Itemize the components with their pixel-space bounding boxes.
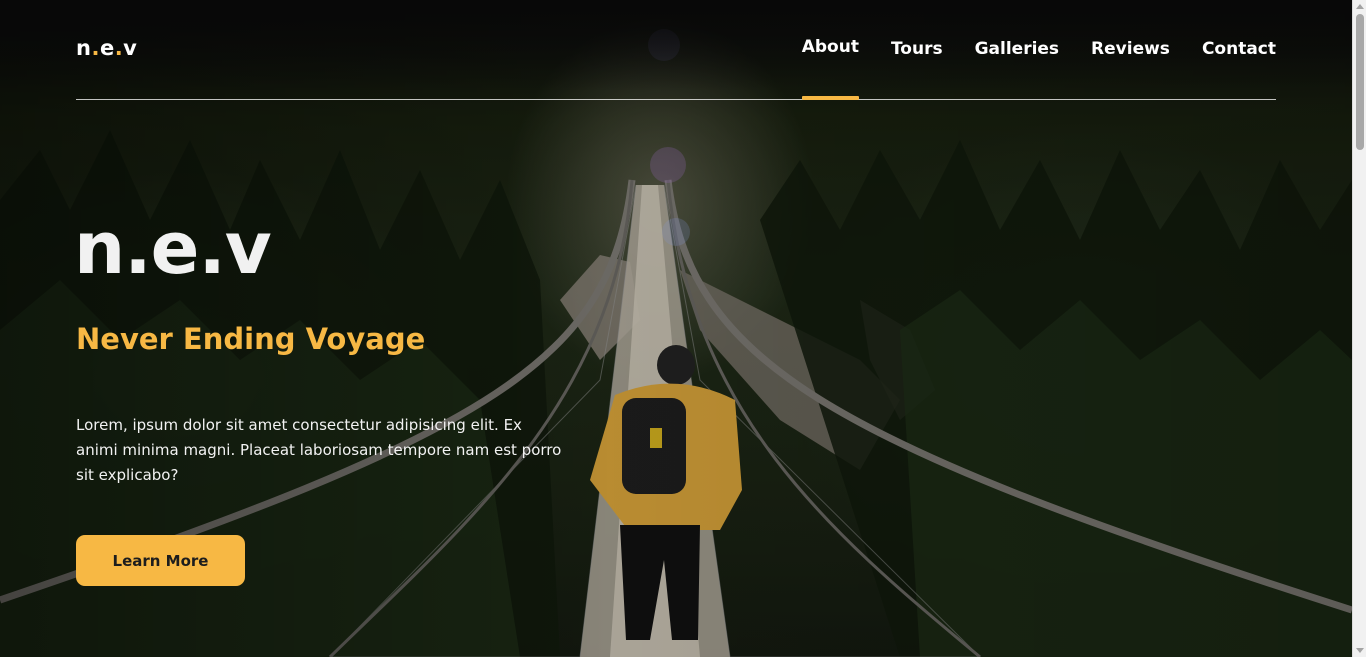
nav-link-reviews[interactable]: Reviews — [1091, 38, 1170, 100]
nav-link-about[interactable]: About — [801, 37, 860, 100]
logo-link[interactable]: n.e.v — [76, 36, 137, 60]
main-nav: About Tours Galleries Reviews Contact — [801, 37, 1276, 100]
site-header: n.e.v About Tours Galleries Reviews Cont… — [76, 0, 1276, 100]
nav-link-tours[interactable]: Tours — [891, 38, 943, 100]
hero-brand-title: n.e.v — [74, 206, 272, 290]
logo-text-v: v — [123, 36, 138, 60]
page-scrollbar[interactable] — [1352, 0, 1366, 657]
hero-tagline: Never Ending Voyage — [76, 322, 426, 356]
logo-dot: . — [91, 36, 100, 60]
scroll-up-arrow-icon[interactable] — [1356, 4, 1364, 9]
scroll-down-arrow-icon[interactable] — [1356, 648, 1364, 653]
learn-more-button[interactable]: Learn More — [76, 535, 245, 586]
logo-dot: . — [114, 36, 124, 60]
hero-description: Lorem, ipsum dolor sit amet consectetur … — [76, 416, 562, 484]
nav-link-galleries[interactable]: Galleries — [975, 38, 1059, 100]
scrollbar-thumb[interactable] — [1356, 14, 1364, 150]
logo-text-e: e — [99, 36, 115, 60]
nav-link-contact[interactable]: Contact — [1202, 38, 1276, 100]
logo-text-n: n — [76, 36, 92, 60]
